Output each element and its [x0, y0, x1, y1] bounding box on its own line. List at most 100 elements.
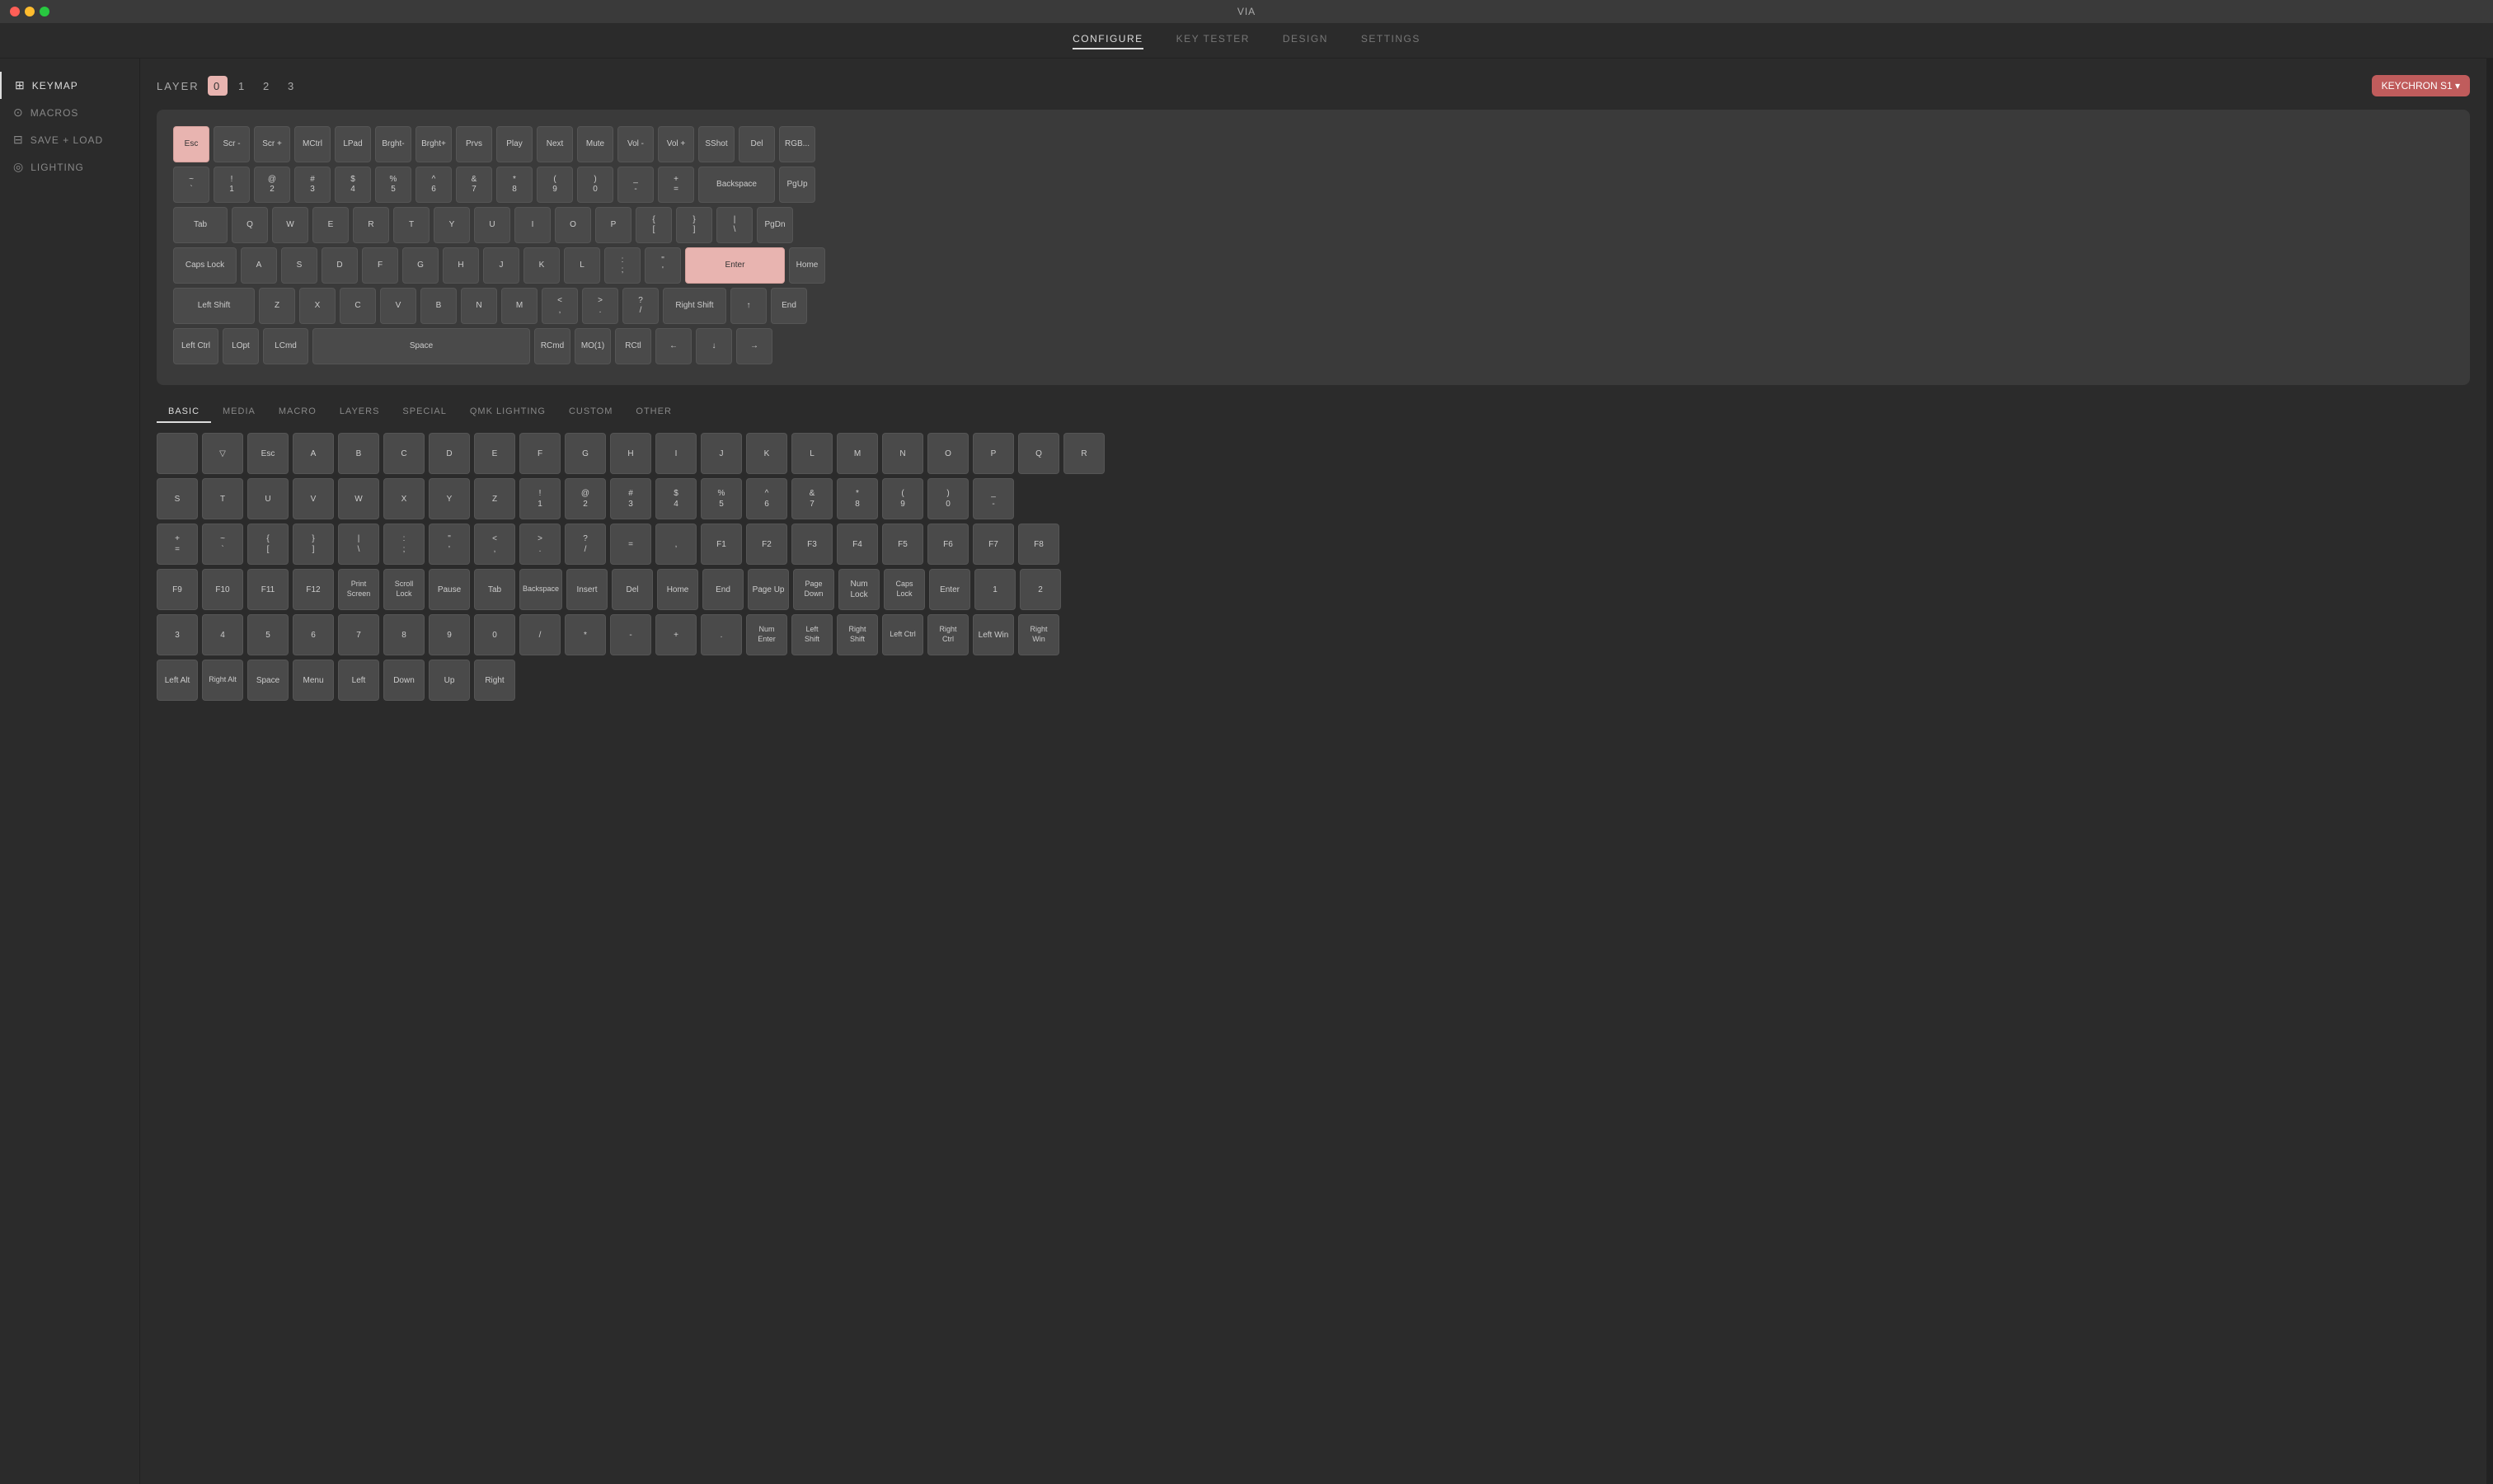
- picker-key-2-19[interactable]: F8: [1018, 524, 1059, 565]
- key-0-13[interactable]: SShot: [698, 126, 735, 162]
- key-1-3[interactable]: # 3: [294, 167, 331, 203]
- key-5-3[interactable]: Space: [312, 328, 530, 364]
- picker-key-3-16[interactable]: Caps Lock: [884, 569, 925, 610]
- key-1-11[interactable]: _ -: [617, 167, 654, 203]
- picker-key-3-5[interactable]: Scroll Lock: [383, 569, 425, 610]
- key-5-2[interactable]: LCmd: [263, 328, 308, 364]
- key-3-11[interactable]: " ': [645, 247, 681, 284]
- layer-3[interactable]: 3: [282, 76, 302, 96]
- picker-key-2-3[interactable]: } ]: [293, 524, 334, 565]
- sidebar-item-keymap[interactable]: ⊞KEYMAP: [0, 72, 139, 99]
- picker-key-1-8[interactable]: ! 1: [519, 478, 561, 519]
- key-1-2[interactable]: @ 2: [254, 167, 290, 203]
- picker-key-1-7[interactable]: Z: [474, 478, 515, 519]
- picker-key-5-0[interactable]: Left Alt: [157, 660, 198, 701]
- maximize-button[interactable]: [40, 7, 49, 16]
- key-0-4[interactable]: LPad: [335, 126, 371, 162]
- picker-key-2-15[interactable]: F4: [837, 524, 878, 565]
- picker-key-5-6[interactable]: Up: [429, 660, 470, 701]
- picker-key-2-4[interactable]: | \: [338, 524, 379, 565]
- key-3-9[interactable]: L: [564, 247, 600, 284]
- picker-key-1-11[interactable]: $ 4: [655, 478, 697, 519]
- picker-tab-special[interactable]: SPECIAL: [391, 402, 458, 423]
- picker-key-0-18[interactable]: P: [973, 433, 1014, 474]
- nav-item-key-tester[interactable]: KEY TESTER: [1176, 33, 1250, 49]
- picker-tab-macro[interactable]: MACRO: [267, 402, 328, 423]
- picker-tab-layers[interactable]: LAYERS: [328, 402, 392, 423]
- key-5-8[interactable]: ↓: [696, 328, 732, 364]
- key-2-5[interactable]: T: [393, 207, 430, 243]
- key-2-1[interactable]: Q: [232, 207, 268, 243]
- key-4-11[interactable]: Right Shift: [663, 288, 726, 324]
- picker-key-1-6[interactable]: Y: [429, 478, 470, 519]
- key-4-7[interactable]: M: [501, 288, 538, 324]
- key-2-13[interactable]: | \: [716, 207, 753, 243]
- key-4-4[interactable]: V: [380, 288, 416, 324]
- keyboard-selector[interactable]: KEYCHRON S1 ▾: [2372, 75, 2470, 96]
- key-0-8[interactable]: Play: [496, 126, 533, 162]
- key-4-8[interactable]: < ,: [542, 288, 578, 324]
- key-1-1[interactable]: ! 1: [214, 167, 250, 203]
- picker-key-0-20[interactable]: R: [1063, 433, 1105, 474]
- picker-key-0-9[interactable]: G: [565, 433, 606, 474]
- key-0-15[interactable]: RGB...: [779, 126, 815, 162]
- picker-key-2-0[interactable]: + =: [157, 524, 198, 565]
- key-0-2[interactable]: Scr +: [254, 126, 290, 162]
- sidebar-item-macros[interactable]: ⊙MACROS: [0, 99, 139, 126]
- picker-key-5-3[interactable]: Menu: [293, 660, 334, 701]
- picker-key-4-14[interactable]: Left Shift: [791, 614, 833, 655]
- key-0-11[interactable]: Vol -: [617, 126, 654, 162]
- key-1-5[interactable]: % 5: [375, 167, 411, 203]
- picker-key-3-14[interactable]: Page Down: [793, 569, 834, 610]
- nav-item-settings[interactable]: SETTINGS: [1361, 33, 1420, 49]
- layer-1[interactable]: 1: [232, 76, 252, 96]
- picker-key-4-8[interactable]: /: [519, 614, 561, 655]
- key-0-3[interactable]: MCtrl: [294, 126, 331, 162]
- key-2-6[interactable]: Y: [434, 207, 470, 243]
- key-0-1[interactable]: Scr -: [214, 126, 250, 162]
- key-3-3[interactable]: D: [322, 247, 358, 284]
- picker-key-2-11[interactable]: ,: [655, 524, 697, 565]
- picker-key-2-10[interactable]: =: [610, 524, 651, 565]
- picker-tab-other[interactable]: OTHER: [624, 402, 683, 423]
- picker-key-1-12[interactable]: % 5: [701, 478, 742, 519]
- picker-key-0-5[interactable]: C: [383, 433, 425, 474]
- key-3-7[interactable]: J: [483, 247, 519, 284]
- key-5-1[interactable]: LOpt: [223, 328, 259, 364]
- picker-key-0-4[interactable]: B: [338, 433, 379, 474]
- picker-key-0-1[interactable]: ▽: [202, 433, 243, 474]
- picker-key-0-16[interactable]: N: [882, 433, 923, 474]
- key-2-11[interactable]: { [: [636, 207, 672, 243]
- picker-key-1-9[interactable]: @ 2: [565, 478, 606, 519]
- picker-key-2-2[interactable]: { [: [247, 524, 289, 565]
- key-1-9[interactable]: ( 9: [537, 167, 573, 203]
- key-1-10[interactable]: ) 0: [577, 167, 613, 203]
- key-4-0[interactable]: Left Shift: [173, 288, 255, 324]
- key-2-0[interactable]: Tab: [173, 207, 228, 243]
- picker-key-4-12[interactable]: .: [701, 614, 742, 655]
- layer-0[interactable]: 0: [208, 76, 228, 96]
- picker-key-4-2[interactable]: 5: [247, 614, 289, 655]
- picker-key-4-17[interactable]: Right Ctrl: [927, 614, 969, 655]
- picker-key-2-18[interactable]: F7: [973, 524, 1014, 565]
- key-5-0[interactable]: Left Ctrl: [173, 328, 218, 364]
- sidebar-item-lighting[interactable]: ◎LIGHTING: [0, 153, 139, 181]
- key-0-5[interactable]: Brght-: [375, 126, 411, 162]
- picker-key-5-7[interactable]: Right: [474, 660, 515, 701]
- nav-item-design[interactable]: DESIGN: [1283, 33, 1328, 49]
- key-3-0[interactable]: Caps Lock: [173, 247, 237, 284]
- picker-key-2-16[interactable]: F5: [882, 524, 923, 565]
- picker-key-4-7[interactable]: 0: [474, 614, 515, 655]
- key-3-6[interactable]: H: [443, 247, 479, 284]
- key-4-3[interactable]: C: [340, 288, 376, 324]
- picker-key-4-3[interactable]: 6: [293, 614, 334, 655]
- picker-key-3-2[interactable]: F11: [247, 569, 289, 610]
- minimize-button[interactable]: [25, 7, 35, 16]
- key-4-2[interactable]: X: [299, 288, 336, 324]
- picker-key-0-14[interactable]: L: [791, 433, 833, 474]
- picker-key-1-2[interactable]: U: [247, 478, 289, 519]
- key-1-14[interactable]: PgUp: [779, 167, 815, 203]
- picker-key-3-10[interactable]: Del: [612, 569, 653, 610]
- picker-key-4-6[interactable]: 9: [429, 614, 470, 655]
- key-0-7[interactable]: Prvs: [456, 126, 492, 162]
